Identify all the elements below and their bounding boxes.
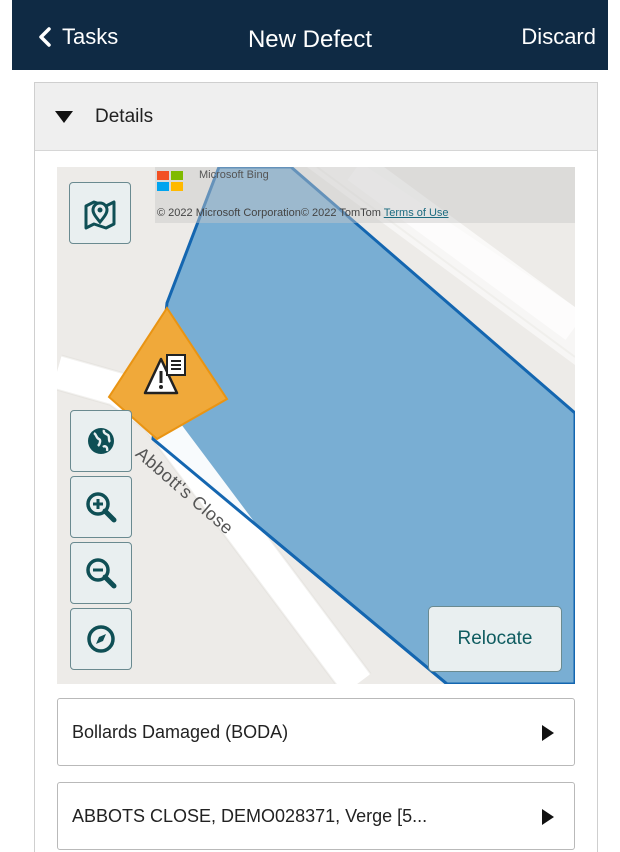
- defect-type-field[interactable]: Bollards Damaged (BODA): [57, 698, 575, 766]
- details-section-label: Details: [95, 105, 154, 127]
- microsoft-logo-icon: [157, 171, 183, 191]
- zoom-out-button[interactable]: [70, 542, 132, 604]
- zoom-in-icon: [86, 492, 117, 523]
- map-view[interactable]: Microsoft Bing © 2022 Microsoft Corporat…: [57, 167, 575, 684]
- copyright-text: © 2022 Microsoft Corporation© 2022 TomTo…: [157, 207, 381, 219]
- details-section-header[interactable]: Details: [35, 83, 597, 151]
- caret-right-icon: [542, 725, 554, 741]
- caret-down-icon: [55, 110, 73, 123]
- defect-type-value: Bollards Damaged (BODA): [72, 721, 289, 742]
- caret-right-icon: [542, 809, 554, 825]
- map-brand-text: Microsoft Bing: [199, 169, 269, 181]
- map-pin-icon: [84, 200, 116, 230]
- zoom-in-button[interactable]: [70, 476, 132, 538]
- zoom-out-icon: [86, 558, 117, 589]
- discard-button[interactable]: Discard: [521, 24, 596, 50]
- map-layers-button[interactable]: [69, 182, 131, 244]
- terms-of-use-link[interactable]: Terms of Use: [384, 207, 449, 219]
- map-attribution: Microsoft Bing © 2022 Microsoft Corporat…: [155, 167, 575, 223]
- top-navigation-bar: Tasks New Defect Discard: [12, 0, 608, 70]
- relocate-button[interactable]: Relocate: [428, 606, 562, 672]
- location-value: ABBOTS CLOSE, DEMO028371, Verge [5...: [72, 805, 428, 826]
- map-copyright: © 2022 Microsoft Corporation© 2022 TomTo…: [157, 207, 449, 219]
- location-field[interactable]: ABBOTS CLOSE, DEMO028371, Verge [5...: [57, 782, 575, 850]
- back-button[interactable]: Tasks: [34, 22, 118, 52]
- defect-warning-icon[interactable]: [143, 353, 195, 401]
- globe-icon: [88, 428, 114, 454]
- compass-button[interactable]: [70, 608, 132, 670]
- chevron-left-icon: [39, 27, 51, 47]
- compass-icon: [87, 625, 115, 653]
- globe-button[interactable]: [70, 410, 132, 472]
- back-button-label: Tasks: [62, 24, 119, 49]
